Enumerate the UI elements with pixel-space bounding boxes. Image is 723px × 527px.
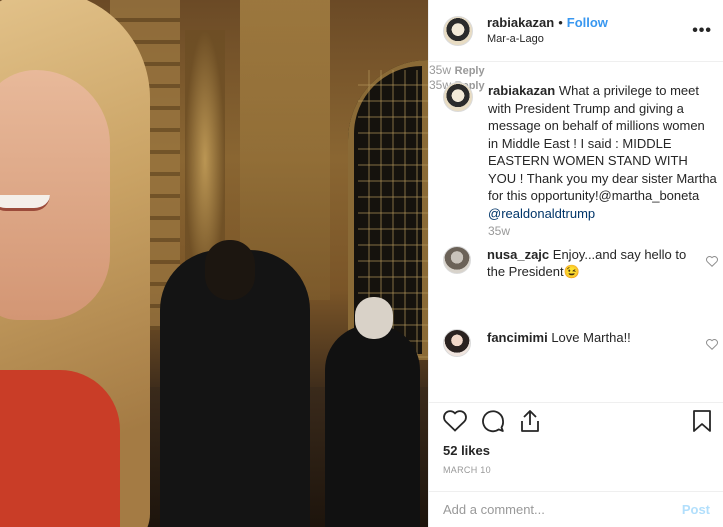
like-comment-heart-icon[interactable]: [706, 256, 718, 270]
comment-username[interactable]: fancimimi: [487, 330, 548, 345]
likes-count[interactable]: 52 likes: [443, 443, 490, 458]
avatar[interactable]: [443, 246, 471, 274]
like-comment-heart-icon[interactable]: [706, 339, 718, 353]
photo-person-back: [325, 297, 420, 527]
caption-username[interactable]: rabiakazan: [488, 83, 555, 98]
location-link[interactable]: Mar-a-Lago: [487, 31, 608, 47]
post-caption: rabiakazan What a privilege to meet with…: [443, 82, 718, 222]
photo-person-selfie: [0, 0, 150, 527]
post-button[interactable]: Post: [682, 502, 710, 517]
follow-button[interactable]: Follow: [567, 15, 608, 31]
comment-item: nusa_zajc Enjoy...and say hello to the P…: [443, 246, 723, 280]
post-date[interactable]: MARCH 10: [443, 465, 491, 475]
avatar[interactable]: [443, 15, 473, 46]
comment-item: fancimimi Love Martha!!: [443, 329, 723, 357]
share-icon[interactable]: [519, 409, 541, 433]
comment-text: Love Martha!!: [551, 330, 631, 345]
avatar[interactable]: [443, 329, 471, 357]
caption-timestamp[interactable]: 35w: [488, 224, 510, 238]
comment-input[interactable]: [443, 502, 682, 517]
header-username[interactable]: rabiakazan: [487, 15, 554, 31]
post-photo[interactable]: [0, 0, 428, 527]
mention-link[interactable]: @realdonaldtrump: [488, 206, 595, 221]
reply-button[interactable]: Reply: [455, 65, 485, 77]
photo-person-back: [160, 240, 310, 527]
separator-dot: •: [558, 14, 563, 30]
post-sidebar: rabiakazan • Follow Mar-a-Lago ••• rabia…: [428, 0, 723, 527]
instagram-post: rabiakazan • Follow Mar-a-Lago ••• rabia…: [0, 0, 723, 527]
post-header: rabiakazan • Follow Mar-a-Lago •••: [429, 0, 723, 62]
comment-bubble-icon[interactable]: [481, 409, 505, 433]
avatar[interactable]: [443, 82, 473, 112]
bookmark-icon[interactable]: [692, 409, 712, 436]
more-horizontal-icon[interactable]: •••: [692, 22, 712, 40]
comment-timestamp[interactable]: 35w: [429, 63, 451, 77]
caption-text: What a privilege to meet with President …: [488, 83, 717, 203]
comment-meta: 35w Reply: [429, 62, 723, 77]
add-comment-bar: Post: [429, 491, 723, 527]
like-heart-icon[interactable]: [443, 410, 467, 432]
comment-username[interactable]: nusa_zajc: [487, 247, 549, 262]
comments-section: rabiakazan What a privilege to meet with…: [429, 62, 723, 402]
